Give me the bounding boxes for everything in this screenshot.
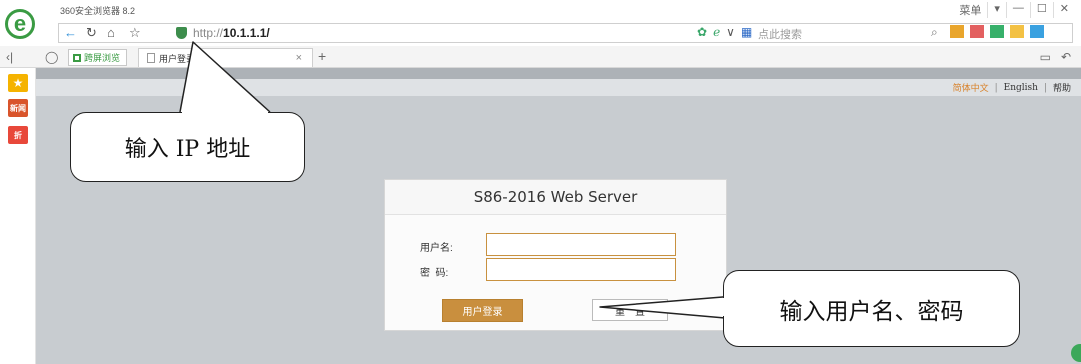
language-links: 简体中文 | English | 帮助 — [953, 81, 1071, 95]
favorite-star-icon[interactable]: ☆ — [129, 26, 141, 40]
tab-user-login-label: 用户登录 — [159, 53, 196, 64]
url-host: 10.1.1.1/ — [223, 26, 270, 40]
new-tab-icon[interactable]: + — [318, 48, 326, 64]
apps-icon[interactable] — [950, 25, 964, 38]
dropdown-chevron-icon[interactable]: ∨ — [726, 25, 735, 39]
tab-cross-screen[interactable]: 跨屏浏览 — [68, 49, 128, 66]
search-icon[interactable]: ⌕ — [931, 25, 938, 40]
chat-icon[interactable] — [990, 25, 1004, 38]
close-button[interactable]: ✕ — [1052, 2, 1075, 18]
refresh-icon[interactable]: ↻ — [86, 26, 97, 40]
user-annotation: 输入用户名、密码 — [723, 270, 1020, 347]
undo-close-icon[interactable]: ↶ — [1061, 50, 1071, 64]
search-engine-icon[interactable]: ▦ — [741, 25, 752, 39]
home-icon[interactable]: ⌂ — [107, 26, 115, 40]
tab-scroll-left-icon[interactable]: ‹| — [6, 50, 13, 64]
maximize-button[interactable]: ☐ — [1029, 2, 1053, 18]
tab-bar-tools: ▭ ↶ — [1040, 50, 1071, 64]
screenshot-root: e 360安全浏览器 8.2 菜单 ▾ — ☐ ✕ ← ↻ ⌂ ☆ http:/… — [0, 0, 1081, 364]
search-input[interactable]: 点此搜索 — [758, 26, 802, 42]
sidebar-star-icon[interactable]: ★ — [8, 74, 28, 92]
lang-chinese-link[interactable]: 简体中文 — [953, 81, 989, 94]
login-title: S86-2016 Web Server — [385, 180, 726, 215]
sync-icon[interactable]: ✿ — [697, 25, 707, 39]
page-doc-icon — [147, 53, 155, 63]
page-top-strip — [36, 68, 1081, 79]
back-arrow-icon[interactable]: ← — [64, 26, 77, 40]
window-title: 360安全浏览器 8.2 — [60, 6, 136, 16]
password-field[interactable] — [486, 258, 676, 281]
sidebar-discount-label: 折 — [14, 130, 22, 140]
floating-assistant-icon[interactable] — [1071, 344, 1081, 362]
language-bar — [36, 79, 1081, 96]
browser-logo-icon: e — [5, 9, 35, 39]
mail-icon[interactable] — [970, 25, 984, 38]
tab-home-icon[interactable]: ◯ — [45, 50, 58, 64]
restore-tab-icon[interactable]: ▭ — [1040, 50, 1051, 64]
login-panel: S86-2016 Web Server 用户名: 密 码: 用户登录 重置 — [384, 179, 727, 331]
tab-user-login[interactable]: 用户登录 × — [138, 48, 313, 67]
url-input[interactable]: http://10.1.1.1/ — [193, 26, 270, 40]
tools-icon[interactable] — [1030, 25, 1044, 38]
sidebar-news-label: 新闻 — [10, 103, 26, 113]
lang-separator: | — [994, 82, 998, 93]
cross-screen-icon — [73, 53, 81, 62]
tab-cross-screen-label: 跨屏浏览 — [84, 53, 121, 63]
sidebar-discount-icon[interactable]: 折 — [8, 126, 28, 144]
address-tools: ✿ ℯ ∨ ▦ — [697, 25, 752, 39]
username-label: 用户名: — [420, 243, 453, 254]
window-controls: 菜单 ▾ — ☐ ✕ — [953, 2, 1075, 18]
reset-button[interactable]: 重置 — [592, 299, 668, 321]
ip-annotation: 输入 IP 地址 — [70, 112, 305, 182]
url-scheme: http:// — [193, 26, 224, 40]
skin-button[interactable]: ▾ — [987, 2, 1006, 18]
security-shield-icon — [176, 27, 187, 39]
lang-separator: | — [1043, 82, 1047, 93]
tab-close-icon[interactable]: × — [296, 52, 302, 64]
ie-mode-icon[interactable]: ℯ — [713, 25, 720, 39]
username-field[interactable] — [486, 233, 676, 256]
weather-icon[interactable] — [1010, 25, 1024, 38]
help-link[interactable]: 帮助 — [1053, 81, 1071, 94]
toolbar-extensions — [950, 25, 1044, 38]
lang-english-link[interactable]: English — [1004, 83, 1038, 93]
login-button[interactable]: 用户登录 — [442, 299, 523, 322]
menu-button[interactable]: 菜单 — [953, 2, 987, 18]
password-label: 密 码: — [420, 268, 449, 279]
sidebar-news-icon[interactable]: 新闻 — [8, 99, 28, 117]
minimize-button[interactable]: — — [1005, 2, 1030, 18]
